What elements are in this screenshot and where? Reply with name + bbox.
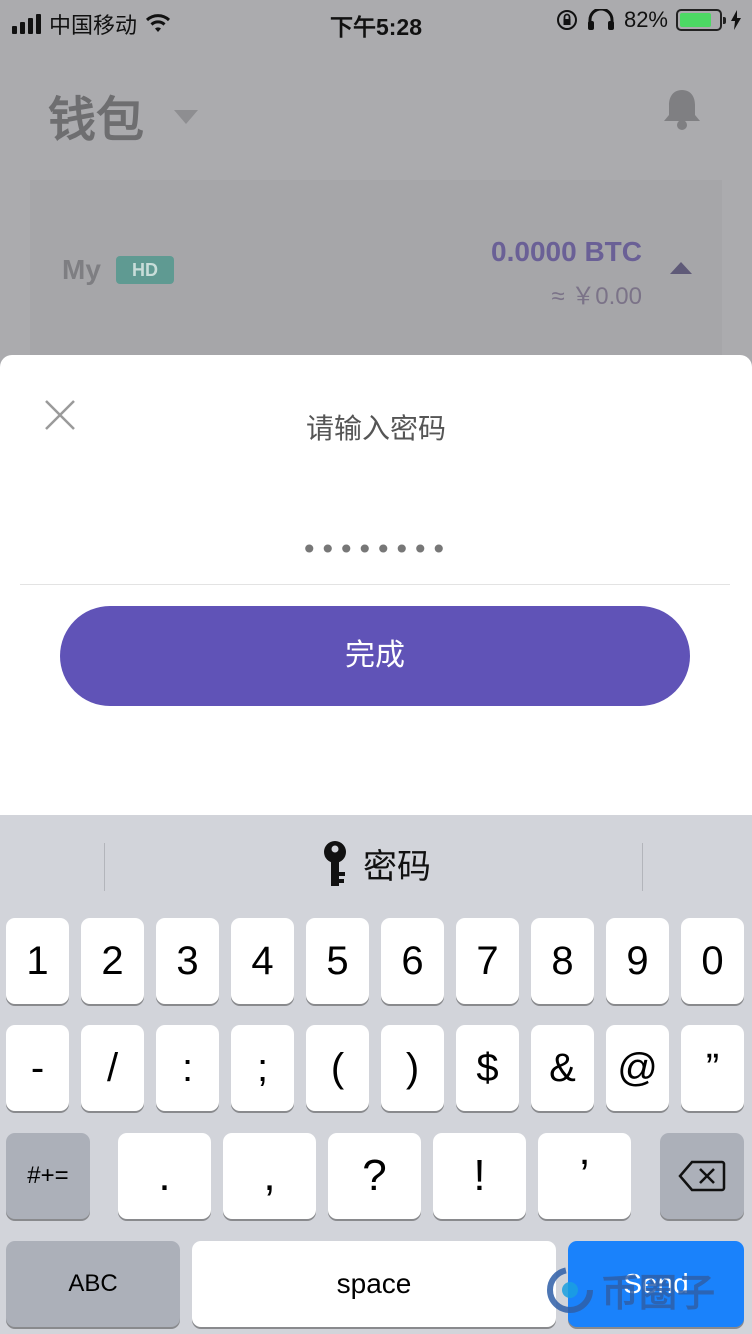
key-comma[interactable]: , <box>223 1133 316 1219</box>
delete-button[interactable] <box>660 1133 744 1219</box>
battery-icon <box>676 9 726 31</box>
key-quote[interactable]: ” <box>681 1025 744 1111</box>
key-period[interactable]: . <box>118 1133 211 1219</box>
key-1[interactable]: 1 <box>6 918 69 1004</box>
space-key[interactable]: space <box>192 1241 556 1327</box>
key-at[interactable]: @ <box>606 1025 669 1111</box>
key-symbols-toggle[interactable]: #+= <box>6 1133 90 1219</box>
key-4[interactable]: 4 <box>231 918 294 1004</box>
battery-percent: 82% <box>623 7 668 32</box>
key-semicolon[interactable]: ; <box>231 1025 294 1111</box>
headphones-icon <box>587 9 614 30</box>
password-autofill-suggestion[interactable]: 密码 <box>0 839 752 888</box>
bell-icon <box>664 90 700 130</box>
key-ampersand[interactable]: & <box>531 1025 594 1111</box>
key-dollar[interactable]: $ <box>456 1025 519 1111</box>
suggestion-label: 密码 <box>363 848 431 886</box>
sheet-title: 请输入密码 <box>305 413 446 444</box>
key-2[interactable]: 2 <box>81 918 144 1004</box>
key-icon <box>324 840 346 886</box>
hd-badge: HD <box>116 256 174 284</box>
wallet-screen-dimmed: 中国移动 下午5:28 82% 钱包 My HD 0.0000 BTC ≈ ￥0… <box>0 0 752 360</box>
keyboard: 密码 1 2 3 4 5 6 7 8 9 0 - / : ; ( ) $ & @… <box>0 815 752 1334</box>
done-button[interactable]: 完成 <box>60 606 690 706</box>
watermark-logo: 币圈子 <box>545 1262 715 1317</box>
key-open-paren[interactable]: ( <box>306 1025 369 1111</box>
key-abc-toggle[interactable]: ABC <box>6 1241 180 1327</box>
key-5[interactable]: 5 <box>306 918 369 1004</box>
chevron-down-icon <box>174 110 199 124</box>
watermark-text: 币圈子 <box>601 1273 716 1315</box>
chevron-up-icon <box>670 262 692 274</box>
key-colon[interactable]: : <box>156 1025 219 1111</box>
key-apostrophe[interactable]: ’ <box>538 1133 631 1219</box>
charging-bolt-icon <box>731 10 741 30</box>
wallet-card: My HD 0.0000 BTC ≈ ￥0.00 <box>30 180 722 360</box>
password-sheet: 请输入密码 完成 <box>0 355 752 815</box>
key-8[interactable]: 8 <box>531 918 594 1004</box>
key-exclamation[interactable]: ! <box>433 1133 526 1219</box>
key-slash[interactable]: / <box>81 1025 144 1111</box>
battery-fill <box>680 13 712 27</box>
key-close-paren[interactable]: ) <box>381 1025 444 1111</box>
key-6[interactable]: 6 <box>381 918 444 1004</box>
wallet-name: My <box>62 254 101 285</box>
password-input[interactable] <box>20 515 730 585</box>
watermark-logo-icon <box>547 1266 593 1313</box>
key-hyphen[interactable]: - <box>6 1025 69 1111</box>
cny-balance: ≈ ￥0.00 <box>551 283 642 310</box>
wallet-header: 钱包 <box>48 80 199 150</box>
status-bar: 中国移动 下午5:28 82% <box>0 0 752 42</box>
keyboard-suggestion-bar: 密码 <box>0 815 752 915</box>
key-9[interactable]: 9 <box>606 918 669 1004</box>
key-3[interactable]: 3 <box>156 918 219 1004</box>
key-7[interactable]: 7 <box>456 918 519 1004</box>
key-0[interactable]: 0 <box>681 918 744 1004</box>
key-question[interactable]: ? <box>328 1133 421 1219</box>
backspace-icon <box>678 1160 726 1192</box>
btc-balance: 0.0000 BTC <box>491 236 642 267</box>
page-title: 钱包 <box>48 94 145 147</box>
orientation-lock-icon <box>556 10 577 30</box>
status-right: 82% <box>556 7 742 33</box>
